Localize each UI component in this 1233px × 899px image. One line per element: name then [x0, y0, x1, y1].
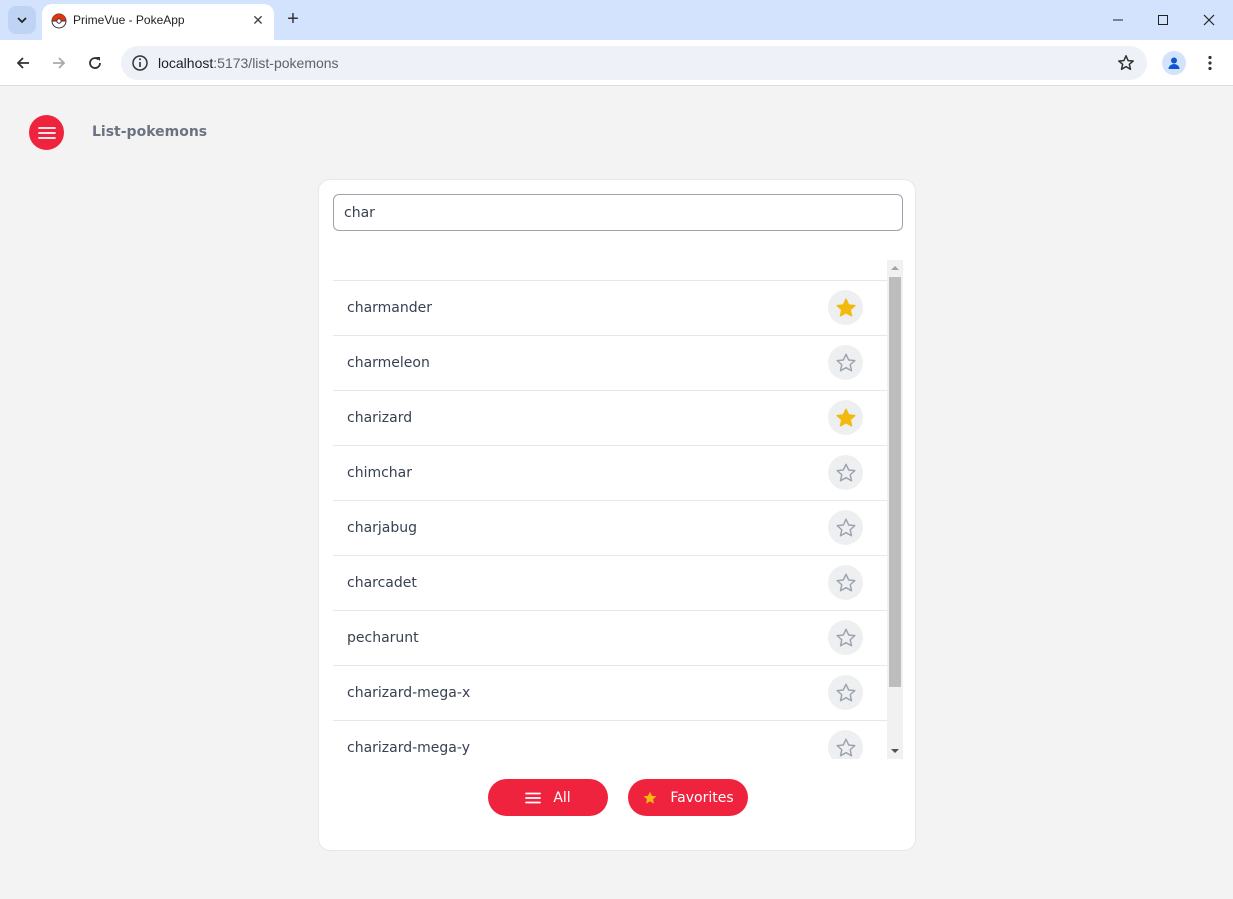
pokemon-row[interactable]: charmander [333, 280, 887, 335]
address-bar[interactable]: localhost:5173/list-pokemons [121, 46, 1147, 80]
pokemon-name: charjabug [347, 520, 418, 536]
page-title: List-pokemons [92, 124, 208, 140]
arrow-left-icon [16, 57, 29, 69]
list-icon [525, 792, 542, 803]
all-button[interactable]: All [488, 779, 608, 816]
all-button-label: All [553, 789, 571, 806]
star-icon [835, 353, 856, 372]
favorite-toggle-button[interactable] [828, 675, 863, 710]
star-icon [835, 408, 856, 427]
info-icon[interactable] [131, 54, 149, 72]
star-icon [835, 298, 856, 317]
bookmark-star-icon[interactable] [1117, 54, 1135, 72]
scroll-up-button[interactable] [887, 260, 903, 276]
new-tab-button[interactable]: + [282, 8, 304, 30]
pokeball-icon [51, 13, 67, 29]
maximize-icon [1158, 15, 1168, 25]
url-text: localhost:5173/list-pokemons [158, 55, 339, 71]
pokemon-name: charizard-mega-y [347, 740, 470, 756]
url-path: :5173/list-pokemons [213, 55, 339, 71]
url-host: localhost [158, 55, 214, 71]
browser-menu-button[interactable] [1200, 49, 1220, 77]
star-icon [835, 738, 856, 757]
pokemon-name: charmander [347, 300, 433, 316]
pokemon-row[interactable]: charjabug [333, 500, 887, 555]
minimize-button[interactable] [1104, 6, 1132, 34]
favorite-toggle-button[interactable] [828, 620, 863, 655]
maximize-button[interactable] [1149, 6, 1177, 34]
pokemon-row[interactable]: charizard [333, 390, 887, 445]
favorite-toggle-button[interactable] [828, 400, 863, 435]
browser-tab[interactable]: PrimeVue - PokeApp ✕ [42, 4, 274, 40]
close-icon[interactable]: ✕ [250, 13, 266, 29]
scroll-thumb[interactable] [889, 277, 901, 687]
kebab-menu-icon [1208, 55, 1212, 71]
pokemon-row[interactable]: charmeleon [333, 335, 887, 390]
browser-tabbar: PrimeVue - PokeApp ✕ + [0, 0, 1233, 40]
back-button[interactable] [9, 49, 37, 77]
tab-title: PrimeVue - PokeApp [73, 13, 185, 27]
scroll-down-button[interactable] [887, 743, 903, 759]
favorite-toggle-button[interactable] [828, 565, 863, 600]
menu-button[interactable] [29, 115, 64, 150]
favorite-toggle-button[interactable] [828, 345, 863, 380]
favorite-toggle-button[interactable] [828, 730, 863, 759]
pokemon-name: pecharunt [347, 630, 419, 646]
pokemon-name: charcadet [347, 575, 417, 591]
favorites-button[interactable]: Favorites [628, 779, 748, 816]
pokemon-row[interactable]: charcadet [333, 555, 887, 610]
app-page: List-pokemons charmander charmeleon chariz… [2, 87, 1231, 899]
pokemon-card: charmander charmeleon charizard chimchar cha… [318, 179, 916, 851]
pokemon-list: charmander charmeleon charizard chimchar cha… [333, 280, 887, 759]
tab-search-button[interactable] [8, 6, 36, 34]
star-icon [835, 573, 856, 592]
pokemon-name: charmeleon [347, 355, 430, 371]
star-icon [835, 518, 856, 537]
triangle-up-icon [891, 266, 899, 270]
favorite-toggle-button[interactable] [828, 290, 863, 325]
pokemon-name: chimchar [347, 465, 413, 481]
pokemon-row[interactable]: charizard-mega-x [333, 665, 887, 720]
star-icon [643, 791, 657, 804]
close-icon [1203, 14, 1215, 26]
favorites-button-label: Favorites [670, 789, 734, 806]
pokemon-row[interactable]: charizard-mega-y [333, 720, 887, 759]
pokemon-name: charizard-mega-x [347, 685, 471, 701]
profile-button[interactable] [1162, 51, 1186, 75]
window-close-button[interactable] [1195, 6, 1223, 34]
reload-icon [89, 57, 101, 69]
pokemon-name: charizard [347, 410, 413, 426]
favorite-toggle-button[interactable] [828, 455, 863, 490]
forward-button[interactable] [45, 49, 73, 77]
filter-buttons: All Favorites [319, 779, 917, 817]
scrollbar[interactable] [887, 260, 903, 759]
hamburger-icon [37, 126, 56, 139]
pokemon-list-viewport: charmander charmeleon charizard chimchar cha… [333, 260, 903, 759]
pokemon-row[interactable]: pecharunt [333, 610, 887, 665]
favorite-toggle-button[interactable] [828, 510, 863, 545]
profile-icon [1168, 57, 1180, 69]
chevron-down-icon [17, 17, 27, 24]
minimize-icon [1113, 19, 1123, 21]
star-icon [835, 463, 856, 482]
pokemon-row[interactable]: chimchar [333, 445, 887, 500]
reload-button[interactable] [81, 49, 109, 77]
browser-toolbar: localhost:5173/list-pokemons [0, 40, 1233, 86]
triangle-down-icon [891, 749, 899, 753]
arrow-right-icon [53, 57, 66, 69]
star-icon [835, 683, 856, 702]
star-icon [835, 628, 856, 647]
search-input[interactable] [333, 194, 903, 231]
